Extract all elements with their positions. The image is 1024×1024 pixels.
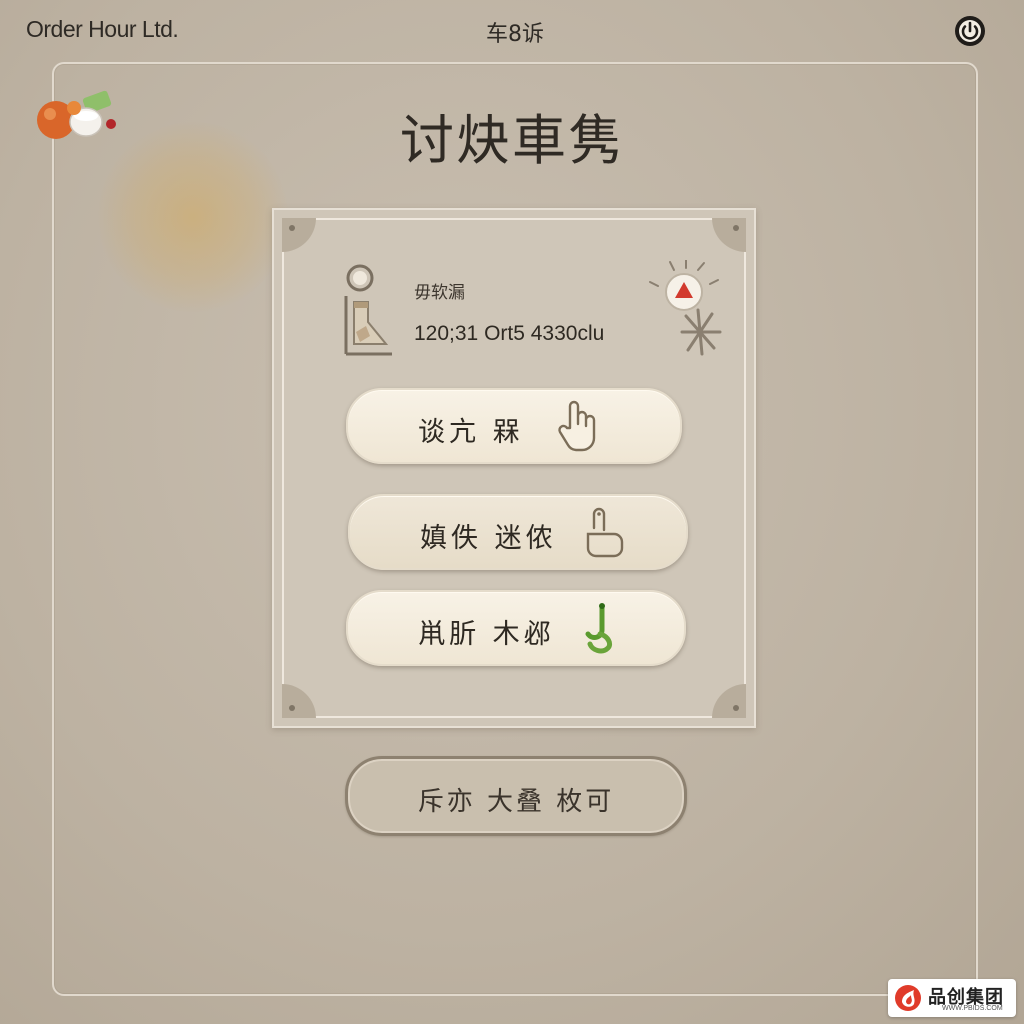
corner-ornament (282, 684, 316, 718)
watermark-url: WWW.PBIDS.COM (942, 1005, 1003, 1012)
action-button-label: 谈亢 槑 (418, 417, 524, 448)
brand-flame-icon (895, 985, 921, 1011)
corner-ornament (712, 684, 746, 718)
secondary-action-label: 斥亦 大叠 枚可 (417, 787, 615, 817)
power-icon[interactable] (953, 14, 987, 48)
secondary-action-button[interactable]: 斥亦 大叠 枚可 (345, 756, 687, 836)
corner-ornament (282, 218, 316, 252)
brand-name: Order Hour Ltd. (26, 16, 179, 42)
action-button-3[interactable]: 鼡肵 木邲 (346, 590, 686, 666)
action-button-label: 嫃佚 迷侬 (420, 523, 557, 554)
action-button-2[interactable]: 嫃佚 迷侬 (348, 494, 688, 570)
control-panel: 毋软漏 120;31 Ort5 4330clu 谈亢 槑 嫃佚 迷侬 鼡肵 木邲 (272, 208, 756, 728)
green-hook-icon (585, 603, 613, 654)
top-center-text: 车8诉 (486, 22, 544, 47)
alert-sparkle-icon[interactable] (646, 260, 726, 360)
action-button-1[interactable]: 谈亢 槑 (346, 388, 682, 464)
page-title: 讨炔車隽 (400, 109, 624, 172)
finger-touch-icon (586, 507, 624, 558)
status-time: 120;31 Ort5 4330clu (414, 322, 605, 345)
status-label: 毋软漏 (414, 283, 465, 303)
top-bar: Order Hour Ltd. 车8诉 (0, 0, 1024, 62)
watermark: 品创集团 WWW.PBIDS.COM (888, 979, 1016, 1017)
hand-pointer-icon (558, 400, 596, 452)
action-button-label: 鼡肵 木邲 (418, 619, 555, 650)
corner-ornament (712, 218, 746, 252)
kettle-icon (344, 264, 392, 356)
